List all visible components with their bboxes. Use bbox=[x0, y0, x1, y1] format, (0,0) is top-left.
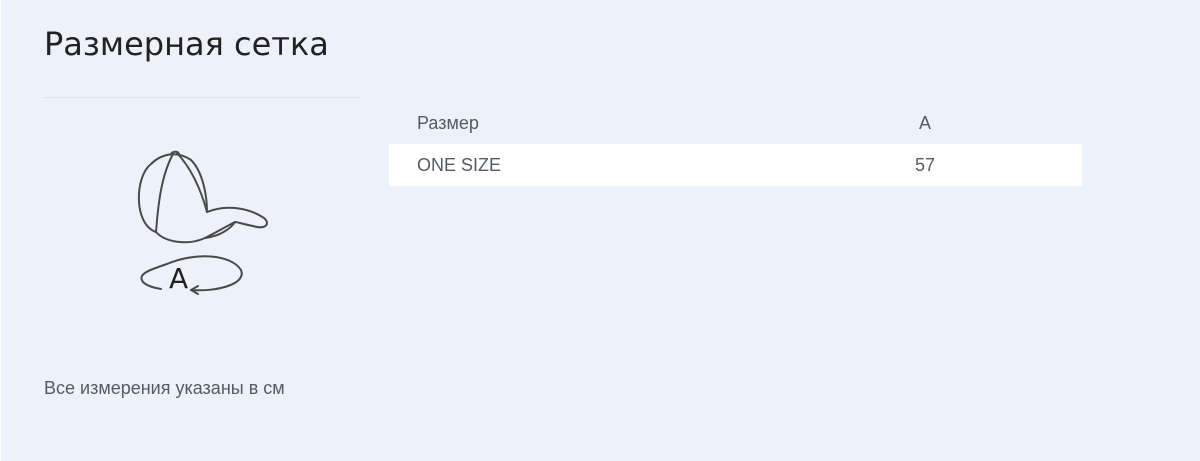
baseball-cap-icon bbox=[137, 150, 268, 295]
measurement-note: Все измерения указаны в см bbox=[44, 378, 285, 398]
size-chart-panel: Размерная сетка A Все измерения указаны … bbox=[1, 0, 1200, 461]
cap-measurement-illustration: A bbox=[131, 146, 273, 302]
page-title: Размерная сетка bbox=[44, 25, 329, 63]
cell-a: 57 bbox=[914, 155, 936, 175]
measure-label-a: A bbox=[169, 262, 189, 295]
cell-size: ONE SIZE bbox=[417, 155, 502, 175]
header-a: A bbox=[918, 113, 931, 133]
size-table: Размер A ONE SIZE 57 bbox=[389, 102, 1082, 186]
table-header-row: Размер A bbox=[389, 102, 1082, 144]
table-row: ONE SIZE 57 bbox=[389, 144, 1082, 186]
header-size: Размер bbox=[417, 113, 479, 133]
title-divider bbox=[44, 97, 360, 98]
